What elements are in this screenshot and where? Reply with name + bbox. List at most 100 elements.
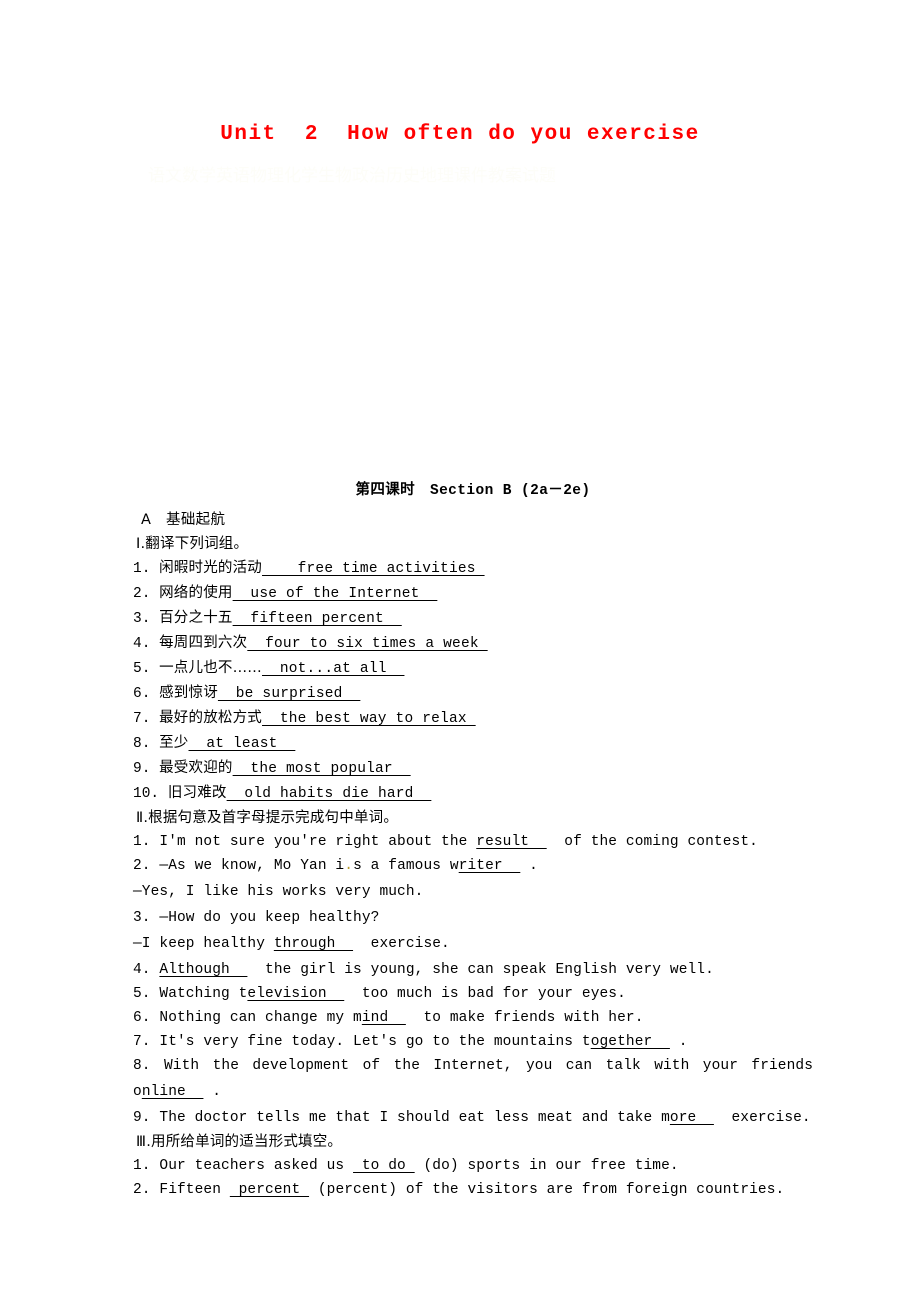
sentence-text-before: With the development of the Internet, yo… [164,1058,813,1074]
item-number: 1. [133,1158,160,1174]
answer-blank[interactable]: percent [230,1182,309,1198]
item-number: 7. [133,1034,160,1050]
part-a-label: 基础起航 [166,512,226,528]
worksheet-content: 第四课时 Section B (2a－2e) A 基础起航 Ⅰ.翻译下列词组。 … [133,478,813,1202]
sentence-text-after: . [520,858,538,874]
roman-3-numeral: Ⅲ. [136,1134,152,1150]
answer-blank[interactable]: free time activities [262,561,485,577]
sentence-text-after: . [203,1084,222,1100]
sentence-text-after: exercise. [353,936,450,952]
word-form-row: 1. Our teachers asked us to do (do) spor… [133,1154,813,1178]
answer-blank[interactable]: ogether [591,1034,670,1050]
sentence-text-middle: s a famous w [353,858,459,874]
item-number: 9. [133,1110,160,1126]
document-page: Unit 2 How often do you exercise 语文数学英语物… [0,0,920,1302]
item-number: 2. [133,586,151,602]
item-number: 1. [133,561,151,577]
sentence-text-after: too much is bad for your eyes. [344,986,626,1002]
answer-blank[interactable]: ind [362,1010,406,1026]
translation-row: 10. 旧习难改 old habits die hard [133,781,813,806]
page-title: Unit 2 How often do you exercise [220,123,700,146]
roman-1-numeral: Ⅰ. [136,536,146,552]
chinese-prompt: 感到惊讶 [159,685,218,701]
answer-blank[interactable]: fifteen percent [233,611,402,627]
fill-in-letter-row: 2. —As we know, Mo Yan i.s a famous writ… [133,854,813,878]
lesson-label: 第四课时 [355,482,416,498]
answer-blank[interactable]: not...at all [262,661,404,677]
roman-2-instruction: 根据句意及首字母提示完成句中单词。 [148,810,399,826]
answer-blank[interactable]: nline [142,1084,204,1100]
answer-blank[interactable]: the most popular [233,761,411,777]
answer-blank[interactable]: the best way to relax [262,711,476,727]
answer-blank[interactable]: to do [353,1158,415,1174]
item-number: 3. [133,910,160,926]
chinese-prompt: 旧习难改 [167,785,227,801]
fill-in-letter-row: 4. Although the girl is young, she can s… [133,958,813,982]
translation-row: 3. 百分之十五 fifteen percent [133,606,813,631]
fill-in-letter-row: online . [133,1078,813,1106]
answer-blank[interactable]: ore [670,1110,714,1126]
translation-row: 7. 最好的放松方式 the best way to relax [133,706,813,731]
answer-blank[interactable]: riter [459,858,521,874]
answer-blank[interactable]: through [274,936,353,952]
sentence-text-before: —As we know, Mo Yan i [159,858,345,874]
item-number: 1. [133,834,160,850]
translation-row: 2. 网络的使用 use of the Internet [133,581,813,606]
emphasis-dot: . [344,858,354,874]
item-number: 8. [133,1058,164,1074]
answer-blank[interactable]: result [476,834,546,850]
fill-in-letter-row: 7. It's very fine today. Let's go to the… [133,1030,813,1054]
answer-blank[interactable]: Although [159,962,247,978]
fill-in-letter-row: —Yes, I like his works very much. [133,878,813,906]
answer-blank[interactable]: be surprised [218,686,360,702]
section-name: Section B (2a－2e) [429,483,591,499]
item-number: 5. [133,986,160,1002]
answer-blank[interactable]: old habits die hard [227,786,432,802]
item-number: 4. [133,962,160,978]
item-number: 5. [133,661,151,677]
item-number: 9. [133,761,151,777]
sentence-text-before: It's very fine today. Let's go to the mo… [159,1034,591,1050]
chinese-prompt: 最受欢迎的 [159,760,233,776]
sentence-text-before: Fifteen [159,1182,230,1198]
sentence-text-after: the girl is young, she can speak English… [247,962,714,978]
fill-in-letter-row: 8. With the development of the Internet,… [133,1054,813,1078]
chinese-prompt: 一点儿也不…… [159,660,263,676]
sentence-text-before: —Yes, I like his works very much. [133,884,424,900]
part-a-heading: A 基础起航 [133,508,813,529]
item-number: 3. [133,611,151,627]
roman-3-instruction: 用所给单词的适当形式填空。 [151,1134,343,1150]
chinese-prompt: 每周四到六次 [159,635,248,651]
fill-in-letter-list: 1. I'm not sure you're right about the r… [133,830,813,1130]
sentence-text-before: I'm not sure you're right about the [159,834,477,850]
part-a-spacer [151,512,166,528]
roman-1-heading: Ⅰ.翻译下列词组。 [133,532,813,553]
fill-in-letter-row: 5. Watching television too much is bad f… [133,982,813,1006]
item-number: 6. [133,686,151,702]
translation-row: 5. 一点儿也不…… not...at all [133,656,813,681]
section-header: 第四课时 Section B (2a－2e) [133,478,813,499]
chinese-prompt: 百分之十五 [159,610,233,626]
chinese-prompt: 最好的放松方式 [159,710,263,726]
answer-blank[interactable]: use of the Internet [233,586,438,602]
part-a-letter: A [141,512,152,528]
answer-blank[interactable]: elevision [247,986,344,1002]
answer-blank[interactable]: at least [189,736,296,752]
background-watermark: 语文数学英语物理化学生物政治历史地理课件教案试题 [148,166,556,186]
translation-row: 9. 最受欢迎的 the most popular [133,756,813,781]
sentence-text-before: The doctor tells me that I should eat le… [159,1110,670,1126]
answer-blank[interactable]: four to six times a week [247,636,487,652]
item-number: 4. [133,636,151,652]
sentence-text-before: —I keep healthy [133,936,274,952]
roman-3-heading: Ⅲ.用所给单词的适当形式填空。 [133,1130,813,1151]
translation-row: 1. 闲暇时光的活动 free time activities [133,556,813,581]
word-form-row: 2. Fifteen percent (percent) of the visi… [133,1178,813,1202]
fill-in-letter-row: 9. The doctor tells me that I should eat… [133,1106,813,1130]
roman-2-heading: Ⅱ.根据句意及首字母提示完成句中单词。 [133,806,813,827]
